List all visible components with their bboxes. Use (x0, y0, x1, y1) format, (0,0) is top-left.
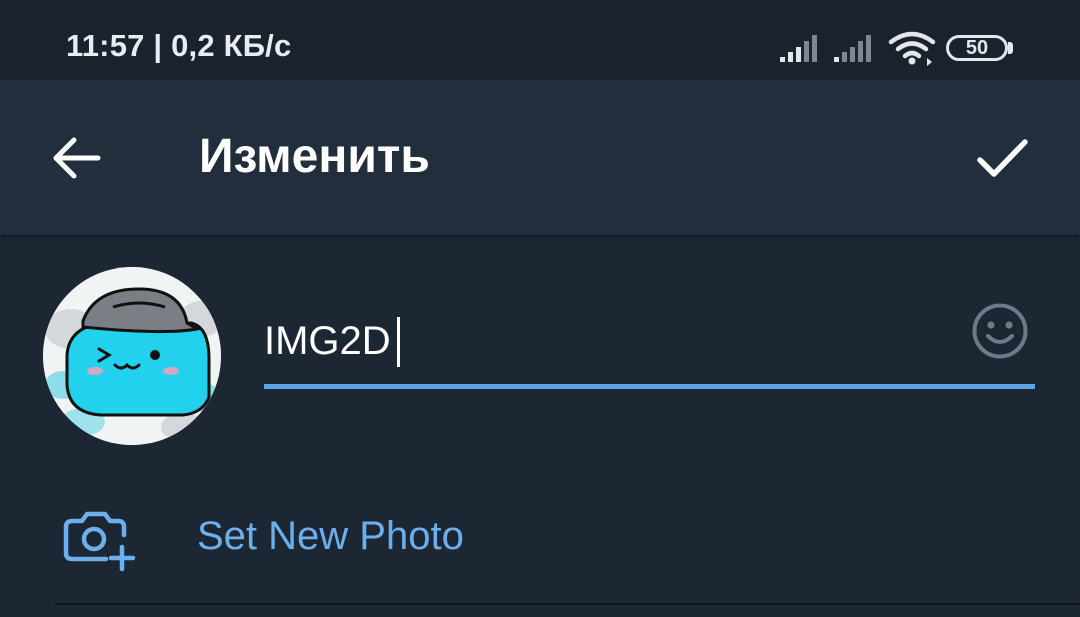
wifi-icon (888, 31, 936, 66)
smiley-icon (972, 303, 1028, 359)
camera-add-icon (63, 511, 136, 572)
set-new-photo-button[interactable]: Set New Photo (0, 480, 1080, 600)
app-header: Изменить (0, 80, 1080, 235)
done-button[interactable] (968, 130, 1034, 186)
signal-icon (780, 35, 817, 62)
arrow-left-icon (53, 137, 101, 179)
divider (55, 603, 1080, 605)
signal-icon (834, 35, 871, 62)
status-time-speed: 11:57 | 0,2 КБ/с (66, 28, 292, 63)
name-input[interactable] (264, 308, 954, 374)
battery-tip (1008, 42, 1013, 54)
page-title: Изменить (199, 130, 430, 183)
battery-icon: 50 (946, 35, 1008, 61)
emoji-button[interactable] (970, 301, 1030, 361)
status-bar: 11:57 | 0,2 КБ/с 50 (0, 0, 1080, 80)
avatar-image (43, 267, 221, 445)
avatar[interactable] (43, 267, 221, 445)
checkmark-icon (977, 139, 1028, 177)
input-underline (264, 384, 1035, 389)
text-cursor (397, 317, 400, 367)
set-new-photo-label: Set New Photo (197, 514, 464, 558)
back-button[interactable] (42, 133, 108, 183)
